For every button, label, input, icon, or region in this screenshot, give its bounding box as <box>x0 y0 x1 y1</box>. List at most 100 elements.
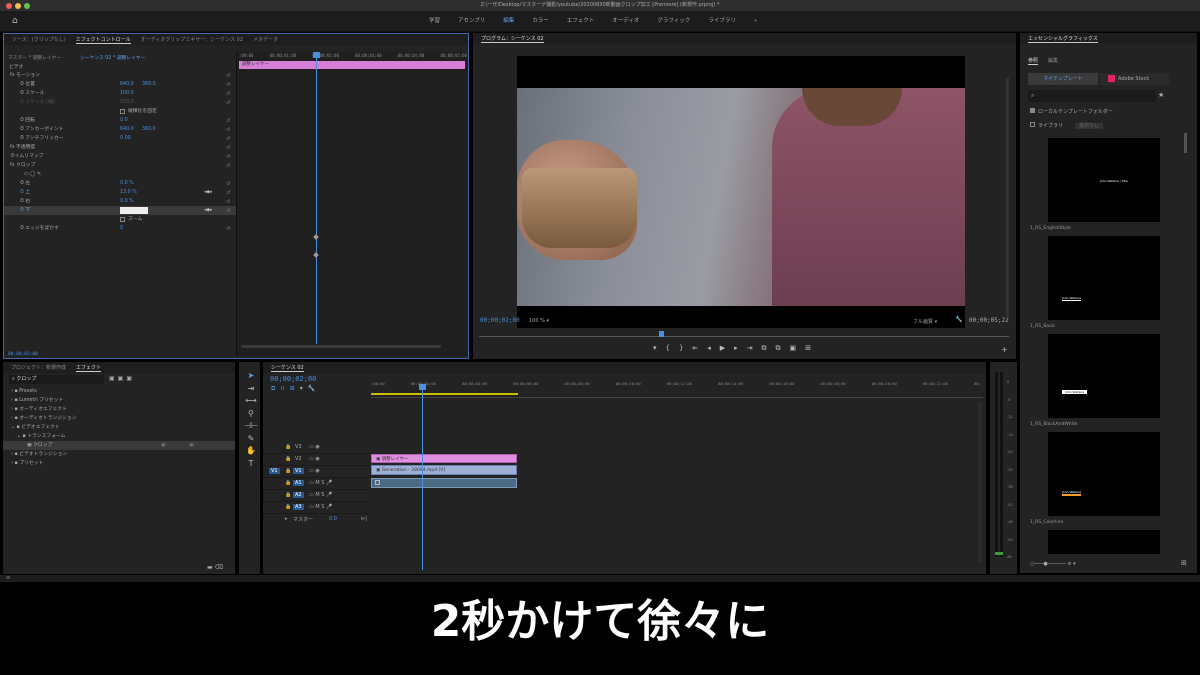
sequence-clip-selector[interactable]: シーケンス 02 * 調整レイヤー <box>80 54 145 61</box>
motion-effect-label[interactable]: fx モーション <box>10 73 40 78</box>
workspace-tab-graphics[interactable]: グラフィック <box>648 11 699 32</box>
track-header-master[interactable]: ▸ マスター 0.0 ⊳| <box>263 514 371 526</box>
track-header-a3[interactable]: 🔒 A3 ▭ M S 🎤 <box>263 502 371 514</box>
anti-flicker-value[interactable]: 0.00 <box>120 134 131 143</box>
master-clip-selector[interactable]: マスター * 調整レイヤー <box>8 54 61 61</box>
tab-program[interactable]: プログラム：シーケンス 02 <box>481 35 544 43</box>
tree-item-lumetri-presets[interactable]: › ▪ Lumetri プリセット <box>3 396 235 405</box>
timeline-playhead[interactable] <box>422 384 423 570</box>
track-header-v3[interactable]: 🔒 V3 ▭ ◉ <box>263 442 371 454</box>
reset-icons-column[interactable]: ↺ ↺ ↺ ↺ ↺ ↺ ↺ ↺ ↺ ↺ ↺ ↺ ↺ ↺ ↺ <box>226 72 230 234</box>
transport-controls[interactable]: ▾{}⇤◂▶▸⇥⧉⧉▣⊞ <box>653 344 820 353</box>
program-scrollbar[interactable] <box>1006 78 1009 318</box>
crop-top-keyframe[interactable] <box>313 234 319 240</box>
crop-bottom-input[interactable] <box>120 207 148 214</box>
workspace-tab-learning[interactable]: 学習 <box>420 11 449 32</box>
adobe-stock-button[interactable]: Adobe Stock <box>1100 73 1170 85</box>
scale-value[interactable]: 100.0 <box>120 89 134 98</box>
tab-effect-controls[interactable]: エフェクトコントロール <box>75 36 131 44</box>
workspace-tab-libraries[interactable]: ライブラリ <box>699 11 745 32</box>
workspace-tab-effects[interactable]: エフェクト <box>558 11 604 32</box>
crop-left-value[interactable]: 0.0 % <box>120 179 134 188</box>
program-video-frame[interactable] <box>517 56 965 328</box>
template-thumbnail-3[interactable]: John Wallace <box>1048 334 1160 418</box>
tree-item-presets[interactable]: › ▪ Presets <box>3 387 235 396</box>
effect-controls-timeline[interactable]: :00:00 00;00;01;00 00;00;02;00 00;00;03;00 0… <box>236 52 468 356</box>
video-clip-v1[interactable]: ▣ Generation - 28094.mp4 [V] <box>371 465 517 475</box>
position-x-value[interactable]: 640.0 <box>120 80 134 89</box>
anchor-y-value[interactable]: 360.0 <box>142 125 156 134</box>
wrench-icon[interactable]: 🔧 <box>955 316 962 323</box>
zoom-checkbox[interactable] <box>120 217 125 222</box>
audio-clip-a1[interactable] <box>371 478 517 488</box>
template-thumbnail-5[interactable] <box>1048 530 1160 554</box>
library-checkbox[interactable]: ライブラリ 選択なし <box>1030 122 1104 129</box>
effect-timecode[interactable]: 00;00;02;00 <box>8 352 38 357</box>
mask-shape-icons[interactable]: ▭ ◯ ✎ <box>24 172 41 177</box>
anchor-x-value[interactable]: 640.0 <box>120 125 134 134</box>
crop-top-value[interactable]: 13.0 % <box>120 188 137 197</box>
local-templates-checkbox[interactable]: ローカルテンプレートフォルダー <box>1030 108 1113 115</box>
workspace-tab-audio[interactable]: オーディオ <box>603 11 648 32</box>
tab-audio-clip-mixer[interactable]: オーディオクリップミキサー：シーケンス 02 <box>141 36 243 43</box>
tab-source[interactable]: ソース：(クリップなし) <box>12 36 66 43</box>
program-scrub-bar[interactable] <box>479 336 1009 337</box>
tab-edit[interactable]: 編集 <box>1048 57 1058 64</box>
crop-right-value[interactable]: 0.0 % <box>120 197 134 206</box>
track-header-a1[interactable]: 🔒 A1 ▭ M S 🎤 <box>263 478 371 490</box>
template-scrollbar[interactable] <box>1184 133 1187 153</box>
workspace-tab-editing[interactable]: 編集 <box>494 11 523 32</box>
home-icon[interactable]: ⌂ <box>12 16 22 26</box>
workspace-tab-color[interactable]: カラー <box>523 11 558 32</box>
track-header-v2[interactable]: 🔒 V2 ▭ ◉ <box>263 454 371 466</box>
template-thumbnail-4[interactable]: John Wallace <box>1048 432 1160 516</box>
template-thumbnail-1[interactable]: John Wallace / title <box>1048 138 1160 222</box>
close-window-button[interactable] <box>6 3 12 9</box>
tab-metadata[interactable]: メタデータ <box>253 36 278 43</box>
position-y-value[interactable]: 360.0 <box>142 80 156 89</box>
tree-item-crop[interactable]: ▣ クロップ ▣ ▣ <box>3 441 235 450</box>
adjustment-layer-clip-bar[interactable]: 調整レイヤー <box>239 61 465 69</box>
tab-sequence-02[interactable]: シーケンス 02 <box>271 364 304 372</box>
program-zoom-dropdown[interactable]: 100 % ▾ <box>529 318 549 324</box>
library-dropdown[interactable]: 選択なし <box>1075 123 1104 129</box>
timeline-scrollbar[interactable] <box>978 402 982 562</box>
program-timecode[interactable]: 00;00;02;00 <box>480 317 520 324</box>
track-header-v1[interactable]: V1 🔒 V1 ▭ ◉ <box>263 466 371 478</box>
timeline-playhead-handle[interactable] <box>419 384 426 390</box>
new-bin-icon[interactable]: ▬ ⌫ <box>207 564 223 571</box>
tab-effects[interactable]: エフェクト <box>76 364 102 372</box>
tree-item-video-transitions[interactable]: › ▪ ビデオトランジション <box>3 450 235 459</box>
rotation-value[interactable]: 0.0 <box>120 116 128 125</box>
timeline-ruler[interactable]: ;00;0000;00;02;0000;00;04;0000;00;06;000… <box>371 381 981 386</box>
workspace-overflow-button[interactable]: » <box>745 11 766 32</box>
crop-bottom-keyframe[interactable] <box>313 252 319 258</box>
adjustment-layer-clip[interactable]: ▣ 調整レイヤー <box>371 454 517 463</box>
effects-search-input[interactable]: ⌕ クロップ <box>9 375 104 384</box>
template-search-input[interactable]: ⌕ <box>1028 90 1156 102</box>
star-icon[interactable]: ★ <box>1158 91 1164 99</box>
tool-icons[interactable]: ➤ ⇥ ⟷ ⚲ ⊣⊢ ✎ ✋ T <box>244 370 258 470</box>
uniform-scale-checkbox[interactable] <box>120 109 125 114</box>
tree-item-audio-effects[interactable]: › ▪ オーディオエフェクト <box>3 405 235 414</box>
timeline-tool-icons[interactable]: ⧉∩⊞▾🔧 <box>271 385 320 393</box>
keyframe-nav-icon-2[interactable]: ◂◆▸ <box>204 206 213 215</box>
tab-project[interactable]: プロジェクト：新規作成 <box>11 364 66 371</box>
template-size-slider[interactable]: ○───●────── ≡ ▾ <box>1030 561 1076 567</box>
tree-item-presets-2[interactable]: › ▪ プリセット <box>3 459 235 468</box>
effect-playhead[interactable] <box>316 52 317 344</box>
track-header-a2[interactable]: 🔒 A2 ▭ M S 🎤 <box>263 490 371 502</box>
template-thumbnail-2[interactable]: John Wallace <box>1048 236 1160 320</box>
new-item-icon[interactable]: ⊞ <box>1181 559 1187 567</box>
timeline-timecode[interactable]: 00;00;02;00 <box>270 375 316 383</box>
crop-effect-label[interactable]: fx クロップ <box>10 163 35 168</box>
add-button-icon[interactable]: + <box>1001 345 1008 354</box>
edge-feather-value[interactable]: 0 <box>120 224 123 233</box>
zoom-window-button[interactable] <box>24 3 30 9</box>
my-templates-button[interactable]: マイテンプレート <box>1028 73 1098 85</box>
program-playhead[interactable] <box>659 331 664 337</box>
effects-filter-icons[interactable]: ▣▣▣ <box>109 375 135 382</box>
tab-browse[interactable]: 参照 <box>1028 57 1039 65</box>
tree-item-video-effects[interactable]: ⌄ ▪ ビデオエフェクト <box>3 423 235 432</box>
essential-graphics-title[interactable]: エッセンシャルグラフィックス <box>1028 35 1098 43</box>
